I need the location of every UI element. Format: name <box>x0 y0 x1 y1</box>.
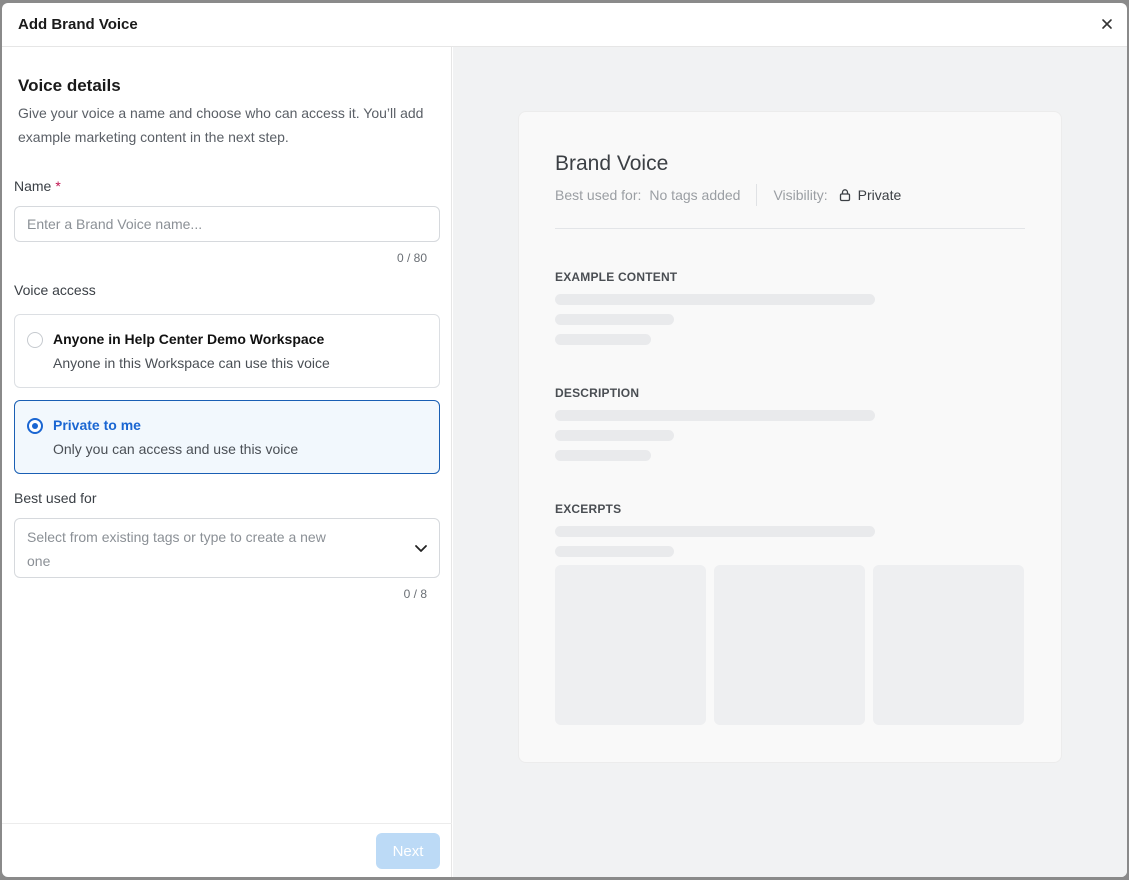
close-button[interactable] <box>1097 14 1117 34</box>
skeleton-line <box>555 314 674 325</box>
preview-visibility-label: Visibility: <box>773 187 828 203</box>
access-option-desc: Anyone in this Workspace can use this vo… <box>53 355 330 371</box>
name-label-text: Name <box>14 178 52 194</box>
excerpt-placeholder-tile <box>873 565 1024 725</box>
description-heading: DESCRIPTION <box>555 386 640 400</box>
skeleton-line <box>555 410 875 421</box>
meta-divider <box>756 184 758 206</box>
example-content-heading: EXAMPLE CONTENT <box>555 270 678 284</box>
section-title: Voice details <box>18 76 121 95</box>
access-option-private[interactable]: Private to me Only you can access and us… <box>14 400 440 474</box>
access-option-title: Anyone in Help Center Demo Workspace <box>53 331 325 347</box>
radio-private[interactable] <box>27 418 43 434</box>
modal-footer: Next <box>2 823 452 877</box>
best-used-for-placeholder: Select from existing tags or type to cre… <box>27 529 326 569</box>
voice-details-panel: Voice details Give your voice a name and… <box>2 47 452 877</box>
radio-workspace[interactable] <box>27 332 43 348</box>
next-button[interactable]: Next <box>376 833 440 869</box>
brand-voice-preview-card: Brand Voice Best used for: No tags added… <box>518 111 1062 763</box>
excerpt-placeholder-tile <box>714 565 865 725</box>
access-option-workspace[interactable]: Anyone in Help Center Demo Workspace Any… <box>14 314 440 388</box>
best-used-for-select[interactable]: Select from existing tags or type to cre… <box>14 518 440 578</box>
modal-header: Add Brand Voice <box>2 3 1127 47</box>
access-option-title: Private to me <box>53 417 141 433</box>
voice-access-label: Voice access <box>14 282 96 298</box>
add-brand-voice-modal: Add Brand Voice Voice details Give your … <box>2 3 1127 877</box>
name-field <box>14 206 440 242</box>
excerpt-placeholder-tile <box>555 565 706 725</box>
preview-title: Brand Voice <box>555 152 669 175</box>
excerpts-heading: EXCERPTS <box>555 502 622 516</box>
preview-panel: Brand Voice Best used for: No tags added… <box>453 47 1127 877</box>
lock-icon <box>839 189 850 202</box>
best-used-for-label: Best used for <box>14 490 97 506</box>
modal-title: Add Brand Voice <box>18 16 138 33</box>
skeleton-line <box>555 430 674 441</box>
preview-best-used-value: No tags added <box>649 187 741 203</box>
name-input[interactable] <box>15 207 439 241</box>
preview-visibility-value: Private <box>857 187 902 203</box>
chevron-down-icon <box>415 545 427 552</box>
name-label: Name * <box>14 178 61 194</box>
close-icon <box>1102 19 1112 29</box>
skeleton-line <box>555 526 875 537</box>
required-asterisk: * <box>55 178 61 194</box>
access-option-desc: Only you can access and use this voice <box>53 441 299 457</box>
skeleton-line <box>555 546 674 557</box>
name-counter: 0 / 80 <box>396 251 427 265</box>
skeleton-line <box>555 450 651 461</box>
preview-meta: Best used for: No tags added Visibility:… <box>555 184 901 206</box>
preview-divider <box>555 228 1025 229</box>
section-description: Give your voice a name and choose who ca… <box>18 105 424 145</box>
skeleton-line <box>555 294 875 305</box>
skeleton-line <box>555 334 651 345</box>
best-used-for-counter: 0 / 8 <box>403 587 427 601</box>
preview-best-used-label: Best used for: <box>555 187 642 203</box>
